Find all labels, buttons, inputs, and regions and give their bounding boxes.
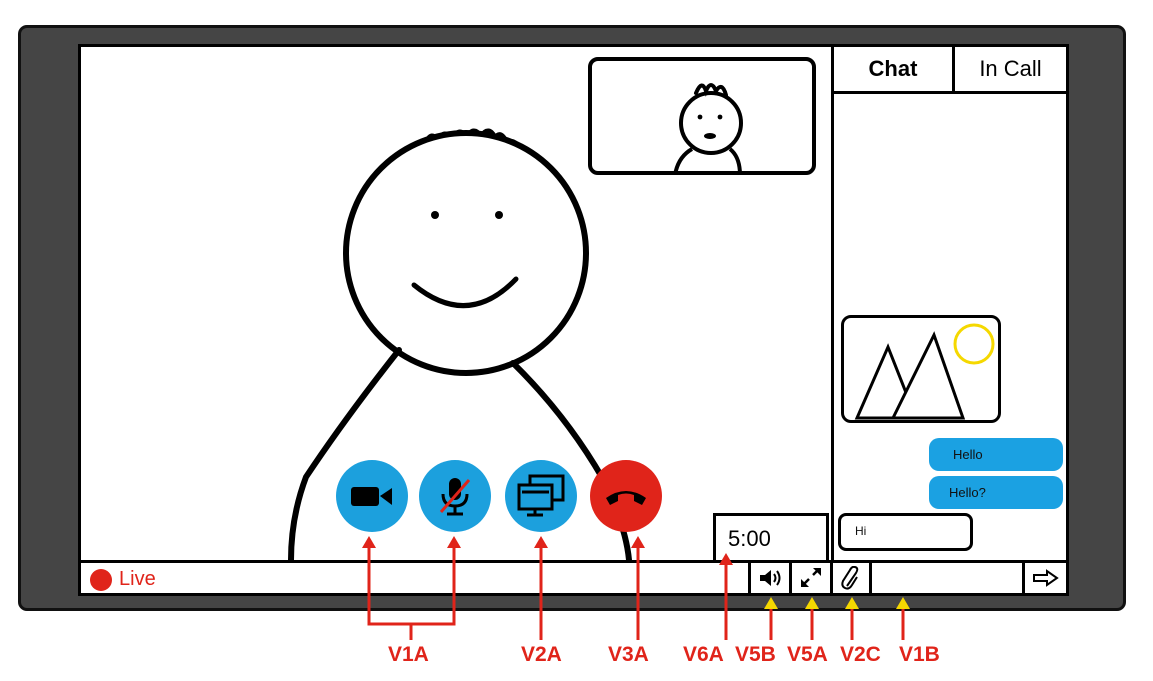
annotation-label-v6a: V6A [683, 643, 724, 666]
annotation-label-v5b: V5B [735, 643, 776, 666]
annotation-arrowhead [534, 536, 548, 548]
annotation-arrowhead-yellow [896, 597, 910, 609]
annotation-label-v3a: V3A [608, 643, 649, 666]
annotation-arrowhead [362, 536, 376, 548]
annotation-arrowhead [447, 536, 461, 548]
annotation-arrowhead-yellow [764, 597, 778, 609]
annotation-label-v1b: V1B [899, 643, 940, 666]
annotation-arrowhead [631, 536, 645, 548]
annotation-label-v2a: V2A [521, 643, 562, 666]
annotation-arrowhead-yellow [845, 597, 859, 609]
annotation-arrows [362, 536, 910, 640]
annotation-label-v2c: V2C [840, 643, 881, 666]
annotation-label-v5a: V5A [787, 643, 828, 666]
annotation-v1a-connector [367, 540, 456, 626]
annotation-label-v1a: V1A [388, 643, 429, 666]
annotation-arrowhead-yellow [805, 597, 819, 609]
annotation-arrowhead [719, 553, 733, 565]
